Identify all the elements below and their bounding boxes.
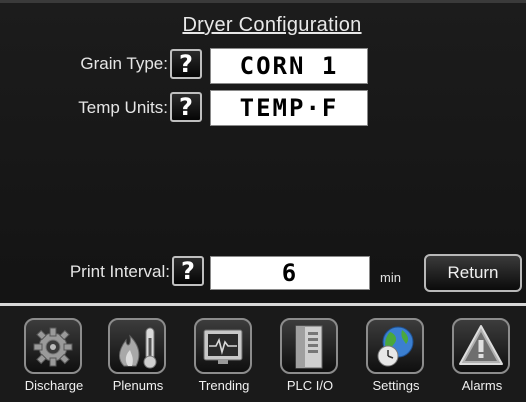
dryer-configuration-screen: Dryer Configuration Grain Type: ? CORN 1… bbox=[0, 0, 526, 402]
page-title: Dryer Configuration bbox=[182, 14, 362, 36]
nav-label-plc-io: PLC I/O bbox=[286, 378, 334, 393]
bottom-nav-bar: Discharge Plenums Trending PLC I/O Setti… bbox=[0, 306, 526, 402]
nav-plc-io-button[interactable]: PLC I/O bbox=[270, 314, 352, 402]
top-edge bbox=[0, 0, 526, 3]
nav-trending-button[interactable]: Trending bbox=[184, 314, 266, 402]
print-interval-unit: min bbox=[380, 270, 401, 285]
print-interval-field[interactable]: 6 bbox=[210, 256, 370, 290]
nav-label-plenums: Plenums bbox=[112, 378, 164, 393]
return-button[interactable]: Return bbox=[424, 254, 522, 292]
print-interval-label: Print Interval: bbox=[69, 262, 170, 281]
nav-plenums-button[interactable]: Plenums bbox=[98, 314, 180, 402]
globe-clock-icon bbox=[366, 318, 424, 374]
print-interval-help-button[interactable]: ? bbox=[172, 256, 204, 286]
nav-discharge-button[interactable]: Discharge bbox=[14, 314, 96, 402]
nav-alarms-button[interactable]: Alarms bbox=[442, 314, 524, 402]
nav-label-discharge: Discharge bbox=[24, 378, 84, 393]
flame-thermometer-icon bbox=[108, 318, 166, 374]
gear-icon bbox=[24, 318, 82, 374]
monitor-pulse-icon bbox=[194, 318, 252, 374]
plc-rack-icon bbox=[280, 318, 338, 374]
grain-type-label: Grain Type: bbox=[80, 54, 168, 73]
nav-label-trending: Trending bbox=[198, 378, 250, 393]
nav-label-alarms: Alarms bbox=[461, 378, 503, 393]
temp-units-help-button[interactable]: ? bbox=[170, 92, 202, 122]
grain-type-field[interactable]: CORN 1 bbox=[210, 48, 368, 84]
temp-units-field[interactable]: TEMP·F bbox=[210, 90, 368, 126]
nav-settings-button[interactable]: Settings bbox=[356, 314, 438, 402]
nav-label-settings: Settings bbox=[372, 378, 420, 393]
warning-triangle-icon bbox=[452, 318, 510, 374]
grain-type-help-button[interactable]: ? bbox=[170, 49, 202, 79]
temp-units-label: Temp Units: bbox=[78, 98, 168, 117]
